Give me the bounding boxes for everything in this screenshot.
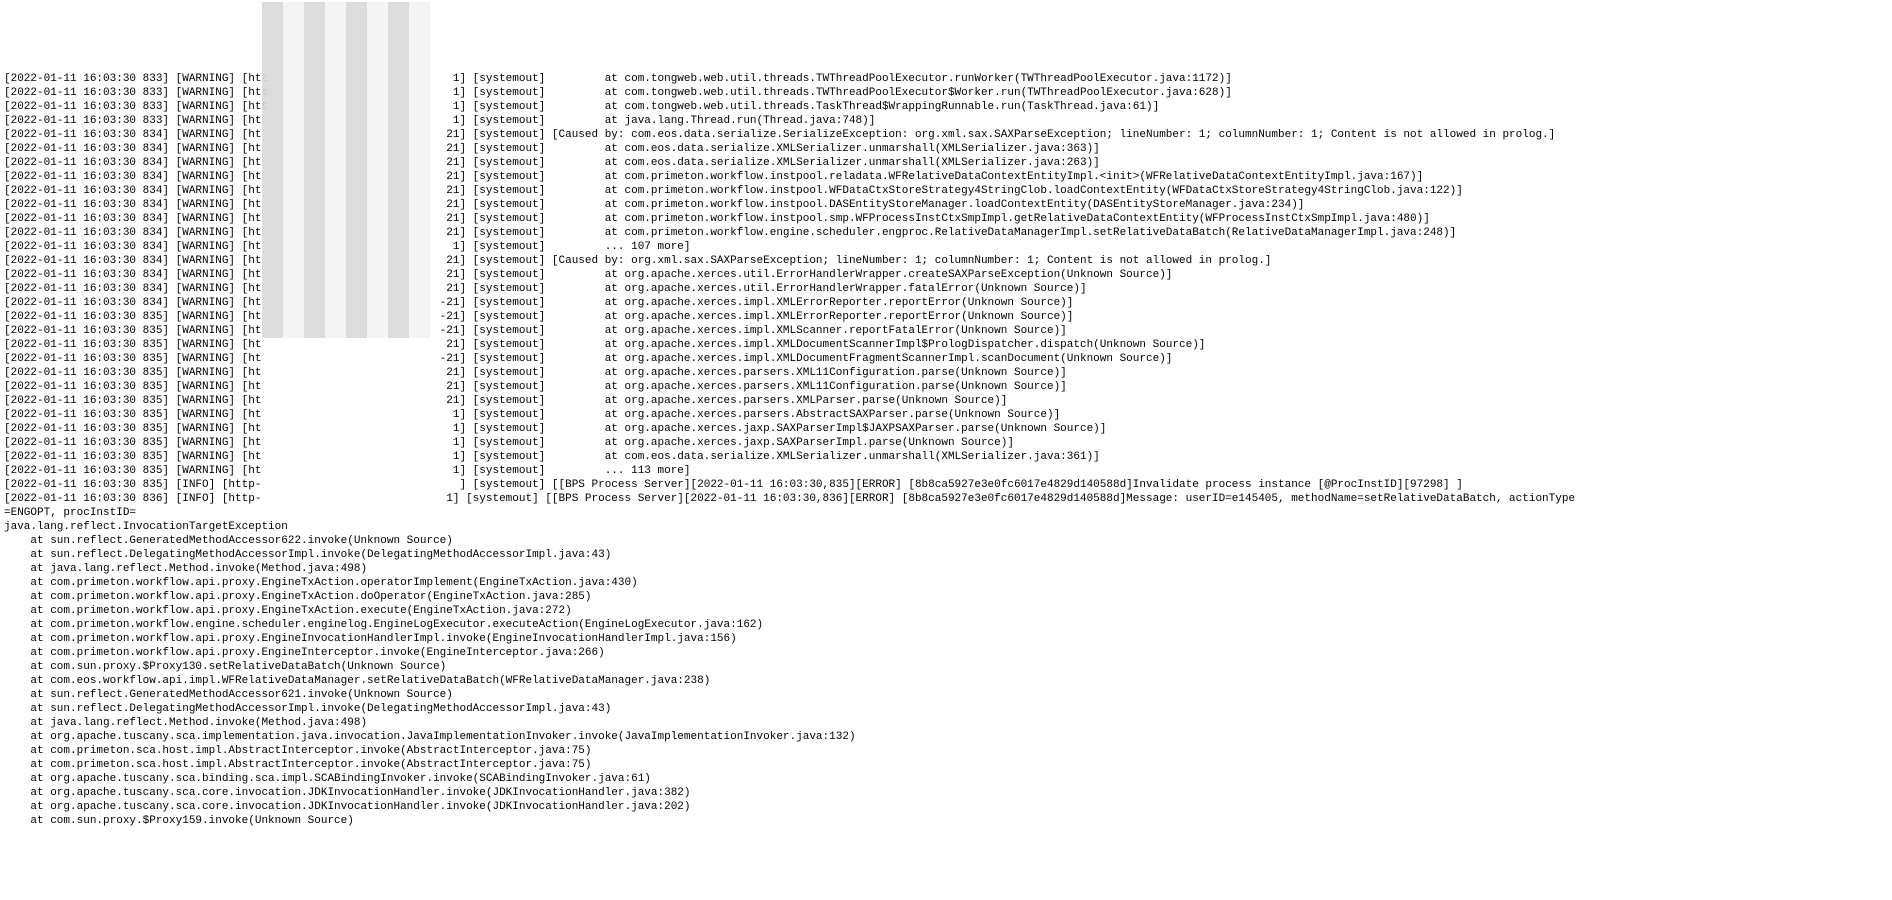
redaction-mask: [262, 2, 430, 44]
log-line: at org.apache.tuscany.sca.binding.sca.im…: [4, 772, 1888, 786]
log-line: at org.apache.tuscany.sca.implementation…: [4, 730, 1888, 744]
log-line: [2022-01-11 16:03:30 834] [WARNING] [ht …: [4, 240, 1888, 254]
log-line: [2022-01-11 16:03:30 835] [WARNING] [ht …: [4, 310, 1888, 324]
log-line: at com.primeton.workflow.api.proxy.Engin…: [4, 632, 1888, 646]
log-line: [2022-01-11 16:03:30 834] [WARNING] [ht …: [4, 128, 1888, 142]
log-line: at sun.reflect.GeneratedMethodAccessor62…: [4, 534, 1888, 548]
log-line: at org.apache.tuscany.sca.core.invocatio…: [4, 786, 1888, 800]
log-line: [2022-01-11 16:03:30 834] [WARNING] [ht …: [4, 254, 1888, 268]
log-line: [2022-01-11 16:03:30 834] [WARNING] [ht …: [4, 198, 1888, 212]
log-line: [2022-01-11 16:03:30 834] [WARNING] [ht …: [4, 184, 1888, 198]
log-line: at com.primeton.workflow.api.proxy.Engin…: [4, 646, 1888, 660]
log-line: at com.primeton.workflow.api.proxy.Engin…: [4, 576, 1888, 590]
log-line: [2022-01-11 16:03:30 834] [WARNING] [ht …: [4, 226, 1888, 240]
log-line: at java.lang.reflect.Method.invoke(Metho…: [4, 562, 1888, 576]
log-line: [2022-01-11 16:03:30 835] [WARNING] [ht …: [4, 422, 1888, 436]
log-line: [2022-01-11 16:03:30 836] [INFO] [http- …: [4, 492, 1888, 506]
log-line: [2022-01-11 16:03:30 834] [WARNING] [ht …: [4, 156, 1888, 170]
log-line: [2022-01-11 16:03:30 833] [WARNING] [htt…: [4, 100, 1888, 114]
log-line: java.lang.reflect.InvocationTargetExcept…: [4, 520, 1888, 534]
log-line: at com.sun.proxy.$Proxy159.invoke(Unknow…: [4, 814, 1888, 828]
log-line: [2022-01-11 16:03:30 835] [WARNING] [ht …: [4, 352, 1888, 366]
log-line: [2022-01-11 16:03:30 834] [WARNING] [ht …: [4, 170, 1888, 184]
log-line: at com.eos.workflow.api.impl.WFRelativeD…: [4, 674, 1888, 688]
log-line: [2022-01-11 16:03:30 835] [WARNING] [ht …: [4, 408, 1888, 422]
log-line: [2022-01-11 16:03:30 834] [WARNING] [ht …: [4, 212, 1888, 226]
log-line: at com.primeton.workflow.engine.schedule…: [4, 618, 1888, 632]
log-line: [2022-01-11 16:03:30 835] [WARNING] [ht …: [4, 366, 1888, 380]
log-line: at com.primeton.workflow.api.proxy.Engin…: [4, 604, 1888, 618]
log-line: [2022-01-11 16:03:30 835] [WARNING] [ht …: [4, 394, 1888, 408]
log-line: [2022-01-11 16:03:30 835] [WARNING] [ht …: [4, 450, 1888, 464]
log-line: [2022-01-11 16:03:30 834] [WARNING] [ht …: [4, 268, 1888, 282]
log-line: [2022-01-11 16:03:30 833] [WARNING] [htt…: [4, 86, 1888, 100]
log-line: at com.primeton.sca.host.impl.AbstractIn…: [4, 758, 1888, 772]
log-line: [2022-01-11 16:03:30 834] [WARNING] [ht …: [4, 282, 1888, 296]
log-line: [2022-01-11 16:03:30 833] [WARNING] [ht …: [4, 114, 1888, 128]
log-line: [2022-01-11 16:03:30 835] [INFO] [http- …: [4, 478, 1888, 492]
log-line: [2022-01-11 16:03:30 834] [WARNING] [ht …: [4, 142, 1888, 156]
log-line: at com.primeton.workflow.api.proxy.Engin…: [4, 590, 1888, 604]
log-line: [2022-01-11 16:03:30 835] [WARNING] [ht …: [4, 380, 1888, 394]
log-line: at org.apache.tuscany.sca.core.invocatio…: [4, 800, 1888, 814]
log-output: [2022-01-11 16:03:30 833] [WARNING] [htt…: [0, 70, 1892, 830]
log-line: [2022-01-11 16:03:30 835] [WARNING] [ht …: [4, 436, 1888, 450]
log-line: [2022-01-11 16:03:30 835] [WARNING] [ht …: [4, 338, 1888, 352]
log-line: at sun.reflect.DelegatingMethodAccessorI…: [4, 548, 1888, 562]
log-line: =ENGOPT, procInstID=: [4, 506, 1888, 520]
log-line: at com.primeton.sca.host.impl.AbstractIn…: [4, 744, 1888, 758]
log-line: at sun.reflect.DelegatingMethodAccessorI…: [4, 702, 1888, 716]
log-line: [2022-01-11 16:03:30 834] [WARNING] [ht …: [4, 296, 1888, 310]
log-line: at com.sun.proxy.$Proxy130.setRelativeDa…: [4, 660, 1888, 674]
log-line: at java.lang.reflect.Method.invoke(Metho…: [4, 716, 1888, 730]
log-line: [2022-01-11 16:03:30 835] [WARNING] [ht …: [4, 464, 1888, 478]
log-line: [2022-01-11 16:03:30 835] [WARNING] [ht …: [4, 324, 1888, 338]
log-line: [2022-01-11 16:03:30 833] [WARNING] [htt…: [4, 72, 1888, 86]
